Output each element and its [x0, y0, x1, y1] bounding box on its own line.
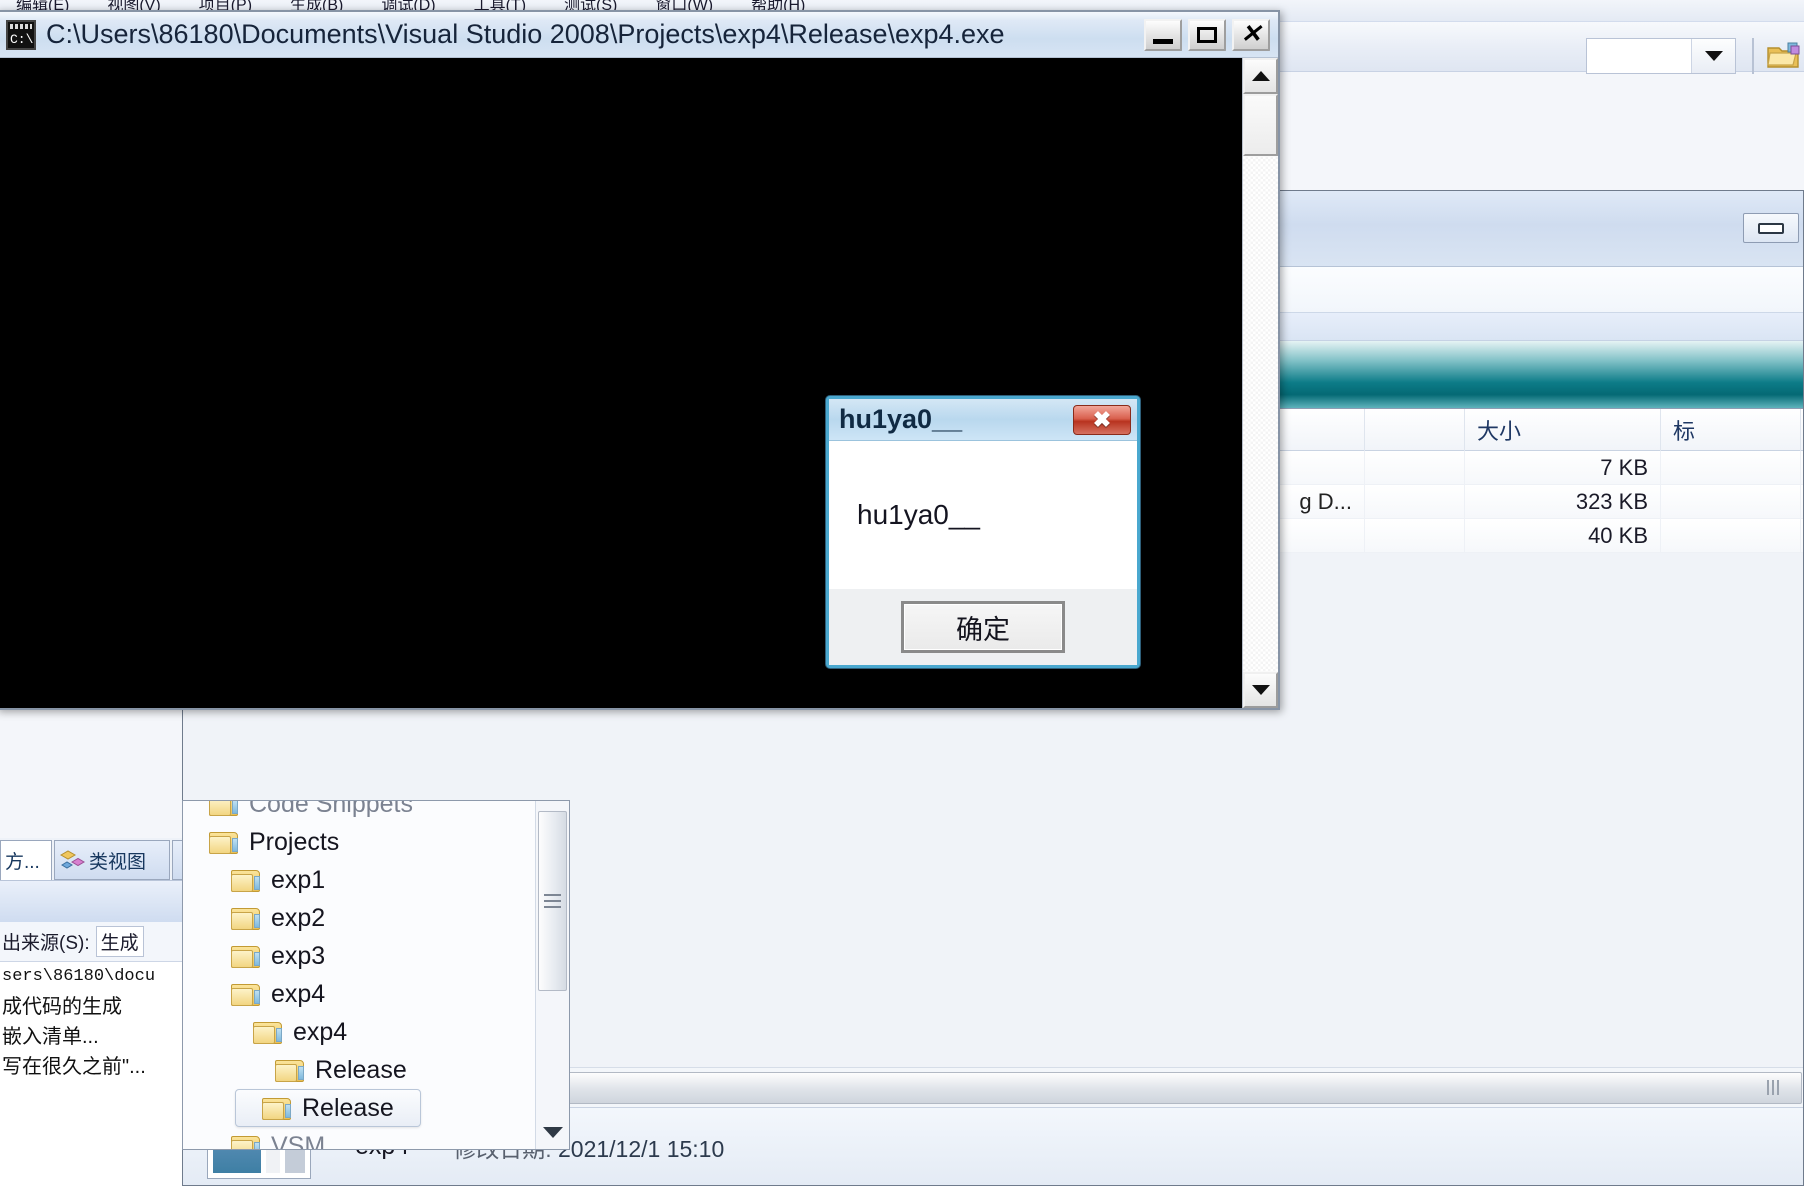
cell-size: 323 KB: [1465, 484, 1661, 519]
folder-icon: [253, 1019, 283, 1045]
class-view-icon: [59, 849, 85, 871]
folder-icon: [275, 1057, 305, 1083]
output-line: 嵌入清单...: [2, 1026, 99, 1048]
tree-item-release-nested[interactable]: Release: [183, 1051, 527, 1089]
tree-item-exp4[interactable]: exp4: [183, 975, 527, 1013]
scroll-down-arrow[interactable]: [538, 1117, 567, 1147]
scrollbar-thumb[interactable]: [1243, 94, 1278, 156]
scrollbar-thumb[interactable]: [538, 811, 567, 991]
console-title-bar[interactable]: C:\ C:\Users\86180\Documents\Visual Stud…: [0, 12, 1278, 58]
close-button[interactable]: ✕: [1232, 18, 1270, 51]
column-header-tag[interactable]: 标: [1661, 408, 1801, 451]
cell-tag: [1661, 450, 1801, 485]
tree-item-label: exp1: [271, 865, 326, 894]
minimize-button[interactable]: [1743, 213, 1799, 243]
scrollbar-track[interactable]: [1243, 156, 1278, 672]
tree-item-label: Code Snippets: [249, 800, 414, 818]
toolbar-separator: [1752, 38, 1754, 74]
dialog-content: hu1ya0__: [829, 441, 1137, 589]
vs-tool-tabs: 方... 类视图: [0, 838, 198, 880]
tree-item-release-selected[interactable]: Release: [235, 1089, 421, 1127]
output-line: 成代码的生成: [2, 996, 122, 1018]
output-source-selector[interactable]: 出来源(S): 生成: [0, 922, 182, 962]
folder-icon: [209, 829, 239, 855]
folder-icon[interactable]: [1766, 42, 1800, 70]
scroll-grip: [1777, 1080, 1779, 1095]
tree-item-label: Projects: [249, 827, 340, 856]
folder-icon: [231, 1133, 261, 1149]
output-source-label: 出来源(S):: [2, 933, 90, 954]
tab-class-view[interactable]: 类视图: [54, 840, 170, 880]
dialog-title: hu1ya0__: [839, 404, 963, 434]
cell-tag: [1661, 518, 1801, 553]
cell-size: 40 KB: [1465, 518, 1661, 553]
tab-class-view-label: 类视图: [89, 851, 147, 873]
tree-item-exp2[interactable]: exp2: [183, 899, 527, 937]
maximize-button[interactable]: [1188, 18, 1226, 51]
cell-date: [1365, 450, 1465, 485]
tree-item-projects[interactable]: Projects: [183, 823, 527, 861]
tree-item-vsm[interactable]: VSM: [183, 1127, 527, 1150]
console-title-text: C:\Users\86180\Documents\Visual Studio 2…: [46, 19, 1005, 49]
dialog-title-bar[interactable]: hu1ya0__ ✖: [829, 399, 1137, 441]
output-window-body: sers\86180\docu 成代码的生成 嵌入清单... 写在很久之前"..…: [0, 962, 182, 1186]
vs-toolbar-combobox[interactable]: [1586, 38, 1736, 74]
output-line: sers\86180\docu: [2, 967, 156, 986]
tree-item-label: exp3: [271, 941, 326, 970]
column-header-date[interactable]: [1365, 408, 1465, 451]
folder-icon: [209, 801, 239, 817]
vs-combobox-value: [1587, 39, 1691, 73]
cmd-console-icon: C:\: [6, 19, 36, 50]
output-source-value[interactable]: 生成: [95, 926, 144, 957]
folder-icon: [231, 943, 261, 969]
cell-date: [1365, 518, 1465, 553]
ok-button[interactable]: 确定: [901, 601, 1065, 653]
scroll-down-arrow[interactable]: [1243, 672, 1278, 708]
tree-item-exp4-nested[interactable]: exp4: [183, 1013, 527, 1051]
close-icon[interactable]: ✖: [1073, 404, 1131, 435]
status-date-value: 2021/12/1 15:10: [558, 1135, 725, 1162]
tree-item-label: VSM: [271, 1131, 326, 1150]
solution-folder-tree: Code Snippets Projects exp1 exp2 exp3 ex…: [182, 800, 570, 1150]
dialog-message: hu1ya0__: [857, 499, 981, 530]
folder-icon: [231, 867, 261, 893]
folder-icon: [231, 905, 261, 931]
tree-item-exp3[interactable]: exp3: [183, 937, 527, 975]
tree-item-label: exp4: [293, 1017, 348, 1046]
tab-properties-label: 方...: [5, 852, 40, 873]
cell-tag: [1661, 484, 1801, 519]
scroll-up-arrow[interactable]: [1243, 58, 1278, 94]
output-line: 写在很久之前"...: [2, 1056, 146, 1078]
dialog-footer: 确定: [829, 589, 1137, 665]
cell-size: 7 KB: [1465, 450, 1661, 485]
scroll-grip: [1772, 1080, 1774, 1095]
console-window-buttons: ✕: [1144, 18, 1274, 51]
message-dialog: hu1ya0__ ✖ hu1ya0__ 确定: [826, 396, 1140, 668]
tree-vertical-scrollbar[interactable]: [535, 801, 569, 1149]
folder-icon: [231, 981, 261, 1007]
tree-item-list: Code Snippets Projects exp1 exp2 exp3 ex…: [183, 800, 527, 1150]
tree-item-label: exp2: [271, 903, 326, 932]
screen-root: 编辑(E) 视图(V) 项目(P) 生成(B) 调试(D) 工具(T) 测试(S…: [0, 0, 1804, 1186]
minimize-button[interactable]: [1144, 18, 1182, 51]
output-window-header: [0, 880, 182, 922]
tree-item-label: exp4: [271, 979, 326, 1008]
console-vertical-scrollbar[interactable]: [1242, 58, 1278, 708]
cell-date: [1365, 484, 1465, 519]
scroll-grip: [1767, 1080, 1769, 1095]
tree-item-code-snippets[interactable]: Code Snippets: [183, 800, 527, 823]
tab-properties[interactable]: 方...: [0, 840, 52, 880]
tree-item-label: Release: [302, 1093, 394, 1122]
folder-icon: [262, 1095, 292, 1121]
tree-item-exp1[interactable]: exp1: [183, 861, 527, 899]
tree-item-label: Release: [315, 1055, 407, 1084]
chevron-down-icon[interactable]: [1691, 39, 1735, 73]
column-header-size[interactable]: 大小: [1465, 408, 1661, 451]
